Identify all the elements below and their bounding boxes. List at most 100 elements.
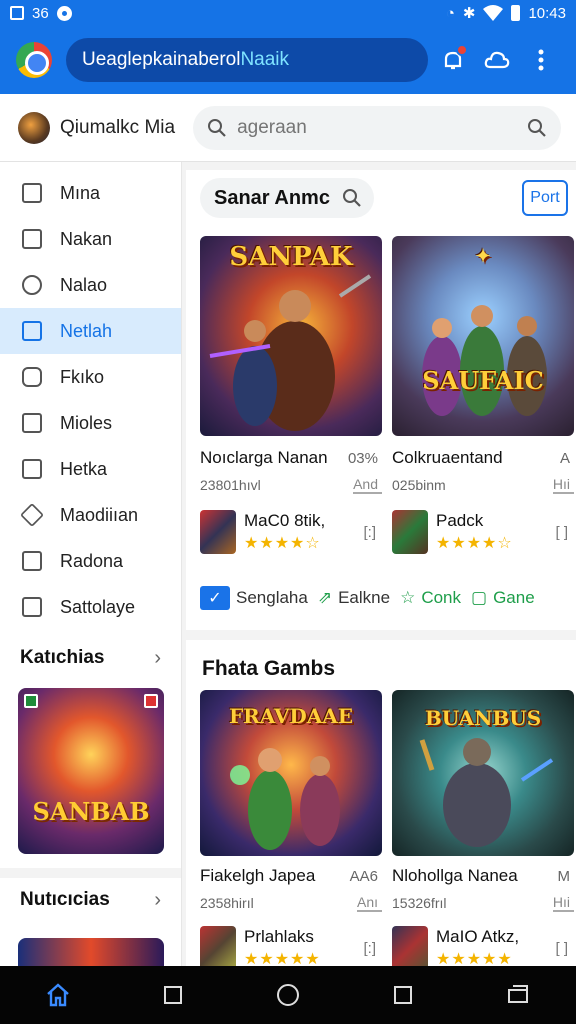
action-conk[interactable]: ☆ Conk xyxy=(400,588,461,608)
sidebar-item-5[interactable]: Mioles xyxy=(0,400,181,446)
sidebar-item-0[interactable]: Mına xyxy=(0,170,181,216)
cloud-button[interactable] xyxy=(478,40,516,80)
sidebar-item-8[interactable]: Radona xyxy=(0,538,181,584)
related-item[interactable]: MaC0 8tik, ★★★★☆ [:] xyxy=(200,510,382,554)
image-icon xyxy=(22,459,42,479)
check-icon: ✓ xyxy=(200,586,230,610)
sidebar-item-7[interactable]: Maodiiıan xyxy=(0,492,181,538)
sidebar-item-2[interactable]: Nalao xyxy=(0,262,181,308)
star-rating: ★★★★★ xyxy=(436,951,513,966)
action-senglaha[interactable]: ✓ Senglaha xyxy=(200,586,308,610)
game-card[interactable]: BUANBUS Nlohollga Nanea M 15326frıl Hıi Ma… xyxy=(392,690,574,966)
star-outline-icon: ☆ xyxy=(400,588,416,607)
sidebar-item-9[interactable]: Sattolaye xyxy=(0,584,181,630)
home-nav-button[interactable] xyxy=(38,975,78,1015)
game-title: Colkruaentand xyxy=(392,448,503,467)
related-item[interactable]: Padck ★★★★☆ [ ] xyxy=(392,510,574,554)
star-rating: ★★★★★ xyxy=(244,951,321,966)
action-label: Senglaha xyxy=(236,588,308,607)
overview-nav-button[interactable] xyxy=(383,975,423,1015)
action-label: Gane xyxy=(493,588,535,607)
expand-icon[interactable]: [:] xyxy=(363,940,382,957)
search-box[interactable] xyxy=(193,105,562,150)
recents-nav-button[interactable] xyxy=(153,975,193,1015)
game-subtitle: 025binm xyxy=(392,477,446,493)
sidebar-item-6[interactable]: Hetka xyxy=(0,446,181,492)
cover-title: SAUFAIC xyxy=(422,366,544,395)
sidebar-item-1[interactable]: Nakan xyxy=(0,216,181,262)
news-card[interactable] xyxy=(18,938,164,966)
app-bar: Ueaglepkainaberol Naaik xyxy=(0,26,576,94)
switch-icon xyxy=(508,985,529,1003)
expand-icon[interactable]: [ ] xyxy=(555,524,574,541)
person-icon xyxy=(22,275,42,295)
bluetooth-icon: ✱ xyxy=(462,5,476,22)
home-icon xyxy=(22,183,42,203)
port-button[interactable]: Port xyxy=(521,180,568,216)
sidebar-item-label: Nakan xyxy=(60,228,113,249)
share-icon: ⇗ xyxy=(317,588,333,607)
more-menu-button[interactable] xyxy=(522,40,560,80)
action-row: ✓ Senglaha ⇗ Ealkne ☆ Conk ▢ Gane xyxy=(200,586,535,610)
game-meta: A xyxy=(559,449,570,467)
record-icon xyxy=(56,5,72,21)
action-ealkne[interactable]: ⇗ Ealkne xyxy=(318,588,390,608)
cloud-icon xyxy=(484,51,510,69)
switch-nav-button[interactable] xyxy=(498,975,538,1015)
notification-badge xyxy=(456,44,469,56)
card-title: SANBAB xyxy=(32,797,150,826)
related-item[interactable]: Prlahlaks ★★★★★ [:] xyxy=(200,926,382,966)
game-title: Fiakelgh Japea xyxy=(200,866,316,885)
section-header[interactable]: Katıchias › xyxy=(0,636,181,680)
related-name: Padck xyxy=(436,511,484,530)
related-name: MaC0 8tik, xyxy=(244,511,326,530)
game-subtitle: 2358hirıl xyxy=(200,895,254,911)
avatar[interactable] xyxy=(18,111,50,144)
game-tag: And xyxy=(353,476,382,494)
star-rating: ★★★★☆ xyxy=(436,535,513,552)
section-chip[interactable]: Sanar Anmc xyxy=(200,178,374,218)
mini-thumbnail xyxy=(200,926,236,966)
main-content: Sanar Anmc Port SANPAK Noıclarga Nanan 03… xyxy=(182,162,576,966)
featured-game-card[interactable]: SANBAB xyxy=(18,688,164,854)
search-submit-icon[interactable] xyxy=(527,118,547,138)
expand-icon[interactable]: [:] xyxy=(363,524,382,541)
alarm-icon: ◔ xyxy=(445,4,455,22)
notifications-button[interactable] xyxy=(434,40,472,80)
sidebar-item-label: Mioles xyxy=(60,412,113,433)
game-cover: SANPAK xyxy=(200,236,382,436)
square-icon xyxy=(22,321,42,341)
related-item[interactable]: MaIO Atkz, ★★★★★ [ ] xyxy=(392,926,574,966)
game-tag: Hıi xyxy=(552,894,574,912)
games-panel: Fhata Gambs FRAVDAAE Fiakelgh Japea AA6 2… xyxy=(186,640,576,966)
sidebar-item-label: Sattolaye xyxy=(60,596,136,617)
chevron-right-icon: › xyxy=(154,646,161,669)
home-icon xyxy=(46,983,69,1007)
action-gane[interactable]: ▢ Gane xyxy=(471,588,535,608)
star-rating: ★★★★☆ xyxy=(244,535,321,552)
sidebar-item-3[interactable]: Netlah xyxy=(0,308,181,354)
sidebar-item-label: Radona xyxy=(60,550,124,571)
sidebar-item-4[interactable]: Fkıko xyxy=(0,354,181,400)
bottom-navigation xyxy=(0,966,576,1024)
square-icon xyxy=(22,413,42,433)
game-card[interactable]: SANPAK Noıclarga Nanan 03% 23801hıvl And M… xyxy=(200,236,382,554)
notification-icon xyxy=(10,6,24,20)
section-header[interactable]: Nutıcıcias › xyxy=(0,878,181,922)
sidebar-item-label: Fkıko xyxy=(60,366,105,387)
game-card[interactable]: ✦ SAUFAIC Colkruaentand A 025binm Hıi Padc… xyxy=(392,236,574,554)
tag-icon xyxy=(22,367,42,387)
browser-logo-icon[interactable] xyxy=(16,42,52,78)
expand-icon[interactable]: [ ] xyxy=(555,940,574,957)
search-input[interactable] xyxy=(237,116,528,139)
sub-header: Qiumalkc Mia xyxy=(0,94,576,162)
url-bar[interactable]: Ueaglepkainaberol Naaik xyxy=(66,38,429,82)
more-vert-icon xyxy=(538,49,544,71)
related-name: MaIO Atkz, xyxy=(436,927,520,946)
mini-thumbnail xyxy=(392,926,428,966)
system-home-button[interactable] xyxy=(268,975,308,1015)
diamond-icon xyxy=(19,502,45,528)
action-label: Ealkne xyxy=(338,588,391,607)
game-card[interactable]: FRAVDAAE Fiakelgh Japea AA6 2358hirıl Anı … xyxy=(200,690,382,966)
mini-thumbnail xyxy=(392,510,428,554)
